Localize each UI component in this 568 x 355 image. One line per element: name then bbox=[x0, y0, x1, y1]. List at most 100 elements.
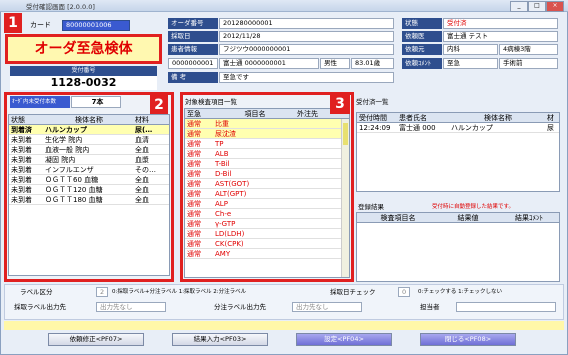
collect-label-output-select[interactable]: 出力先なし bbox=[96, 302, 166, 312]
header-result-comment: 結果ｺﾒﾝﾄ bbox=[515, 214, 543, 222]
comment-value-2: 手術前 bbox=[499, 58, 558, 69]
pending-count-value: 7本 bbox=[71, 96, 121, 108]
row-status: 未到着 bbox=[11, 196, 32, 204]
row-item-name: AMY bbox=[215, 250, 231, 258]
registered-results-title: 登録結果 bbox=[358, 203, 384, 211]
dept-value: 内科 bbox=[443, 44, 498, 55]
row-material: 血清 bbox=[135, 136, 149, 144]
row-status: 未到着 bbox=[11, 146, 32, 154]
status-label: 状態 bbox=[402, 18, 442, 29]
comment-label: 依頼ｺﾒﾝﾄ bbox=[402, 58, 442, 69]
table-row[interactable]: 通常 ALB bbox=[185, 149, 341, 159]
ward-value: 4病棟3階 bbox=[499, 44, 558, 55]
row-urgent: 通常 bbox=[187, 120, 201, 128]
label-type-label: ラベル区分 bbox=[20, 288, 53, 296]
row-name: ＯＧＴＴ120 血糖 bbox=[45, 186, 103, 194]
row-urgent: 通常 bbox=[187, 140, 201, 148]
row-item-name: LD(LDH) bbox=[215, 230, 245, 238]
header-material: 材料 bbox=[135, 116, 149, 124]
dispense-label-output-label: 分注ラベル出力先 bbox=[214, 303, 266, 311]
person-input[interactable] bbox=[456, 302, 556, 312]
row-name: ハルンカップ bbox=[45, 126, 87, 134]
row-time: 12:24:09 bbox=[359, 124, 391, 132]
confirm-button[interactable]: 設定<PF04> bbox=[296, 333, 392, 346]
close-button[interactable]: 閉じる<PF08> bbox=[420, 333, 516, 346]
table-row[interactable]: 12:24:09 富士通 000 ハルンカップ 尿 bbox=[357, 123, 559, 133]
accepted-list-title: 受付済一覧 bbox=[356, 98, 389, 106]
table-row[interactable]: 通常 Ch-e bbox=[185, 209, 341, 219]
accepted-table: 受付時間 患者氏名 検体名称 材 12:24:09 富士通 000 ハルンカップ… bbox=[356, 112, 560, 192]
table-row[interactable]: 未到着 インフルエンザ その… bbox=[9, 165, 169, 175]
registered-results-header: 検査項目名 結果値 結果ｺﾒﾝﾄ bbox=[357, 213, 559, 223]
row-material: 全血 bbox=[135, 196, 149, 204]
row-urgent: 通常 bbox=[187, 200, 201, 208]
row-item-name: TP bbox=[215, 140, 224, 148]
card-number-field[interactable]: 80000001006 bbox=[62, 20, 130, 31]
table-row[interactable]: 通常 D-Bil bbox=[185, 169, 341, 179]
row-item-name: T-Bil bbox=[215, 160, 230, 168]
close-window-button[interactable]: × bbox=[546, 1, 564, 12]
status-value: 受付済 bbox=[443, 18, 558, 29]
table-row[interactable]: 通常 AMY bbox=[185, 249, 341, 259]
table-row[interactable]: 通常 TP bbox=[185, 139, 341, 149]
table-row[interactable]: 未到着 生化学 院内 血清 bbox=[9, 135, 169, 145]
row-status: 未到着 bbox=[11, 186, 32, 194]
accepted-table-header: 受付時間 患者氏名 検体名称 材 bbox=[357, 113, 559, 123]
patient-name: 富士通 0000000001 bbox=[219, 58, 319, 69]
header-urgent: 至急 bbox=[187, 110, 201, 118]
table-row[interactable]: 通常 AST(GOT) bbox=[185, 179, 341, 189]
pending-count-label: ｵｰﾀﾞ内未受付本数 bbox=[10, 96, 70, 108]
table-row[interactable]: 通常 尿沈渣 bbox=[185, 129, 341, 139]
table-row[interactable]: 通常 比重 bbox=[185, 119, 341, 129]
row-name: 生化学 院内 bbox=[45, 136, 83, 144]
patient-id: 0000000001 bbox=[168, 58, 218, 69]
table-row[interactable]: 通常 LD(LDH) bbox=[185, 229, 341, 239]
header-patient: 患者氏名 bbox=[399, 114, 427, 122]
row-status: 未到着 bbox=[11, 156, 32, 164]
row-material: 尿(… bbox=[135, 126, 153, 134]
table-row[interactable]: 通常 ALP bbox=[185, 199, 341, 209]
table-row[interactable]: 未到着 ＯＧＴＴ120 血糖 全血 bbox=[9, 185, 169, 195]
label-type-input[interactable]: 2 bbox=[96, 287, 108, 297]
table-row[interactable]: 通常 ALT(GPT) bbox=[185, 189, 341, 199]
header-status: 状態 bbox=[11, 116, 25, 124]
table-row[interactable]: 未到着 ＯＧＴＴ60 血糖 全血 bbox=[9, 175, 169, 185]
patient-age: 83.01歳 bbox=[351, 58, 394, 69]
table-row[interactable]: 未到着 凝固 院内 血漿 bbox=[9, 155, 169, 165]
row-item-name: γ-GTP bbox=[215, 220, 236, 228]
date-check-description: 0:チェックする 1:チェックしない bbox=[418, 289, 502, 295]
callout-badge-2: 2 bbox=[150, 95, 168, 115]
date-check-input[interactable]: 0 bbox=[398, 287, 410, 297]
order-no-value: 201280000001 bbox=[219, 18, 394, 29]
table-row[interactable]: 未到着 血液一般 院内 全血 bbox=[9, 145, 169, 155]
test-items-table: 至急 項目名 外注先 通常 比重 通常 尿沈渣 通常 TP 通常 ALB 通常 T-Bil… bbox=[184, 108, 350, 278]
row-item-name: AST(GOT) bbox=[215, 180, 250, 188]
test-items-title: 対象検査項目一覧 bbox=[185, 98, 237, 106]
result-entry-button[interactable]: 結果入力<PF03> bbox=[172, 333, 268, 346]
dispense-label-output-select[interactable]: 出力先なし bbox=[292, 302, 362, 312]
message-bar bbox=[4, 321, 564, 330]
callout-badge-3: 3 bbox=[330, 94, 350, 114]
row-urgent: 通常 bbox=[187, 230, 201, 238]
test-items-scrollbar[interactable] bbox=[341, 119, 349, 277]
scrollbar-thumb[interactable] bbox=[343, 123, 348, 145]
modify-request-button[interactable]: 依頼修正<PF07> bbox=[48, 333, 144, 346]
row-name: 血液一般 院内 bbox=[45, 146, 90, 154]
table-row[interactable]: 未到着 ＯＧＴＴ180 血糖 全血 bbox=[9, 195, 169, 205]
table-row[interactable]: 通常 CK(CPK) bbox=[185, 239, 341, 249]
row-material: 全血 bbox=[135, 146, 149, 154]
dept-label: 依頼元 bbox=[402, 44, 442, 55]
maximize-button[interactable]: □ bbox=[528, 1, 546, 12]
row-urgent: 通常 bbox=[187, 220, 201, 228]
row-status: 未到着 bbox=[11, 176, 32, 184]
minimize-button[interactable]: _ bbox=[510, 1, 528, 12]
collect-label-output-label: 採取ラベル出力先 bbox=[14, 303, 66, 311]
table-row[interactable]: 通常 T-Bil bbox=[185, 159, 341, 169]
table-row[interactable]: 通常 γ-GTP bbox=[185, 219, 341, 229]
note-label: 備 考 bbox=[168, 72, 218, 83]
row-patient: 富士通 000 bbox=[399, 124, 436, 132]
patient-sex: 男性 bbox=[320, 58, 350, 69]
row-item-name: 比重 bbox=[215, 120, 229, 128]
table-row[interactable]: 到着済 ハルンカップ 尿(… bbox=[9, 125, 169, 135]
collect-date-value: 2012/11/28 bbox=[219, 31, 394, 42]
